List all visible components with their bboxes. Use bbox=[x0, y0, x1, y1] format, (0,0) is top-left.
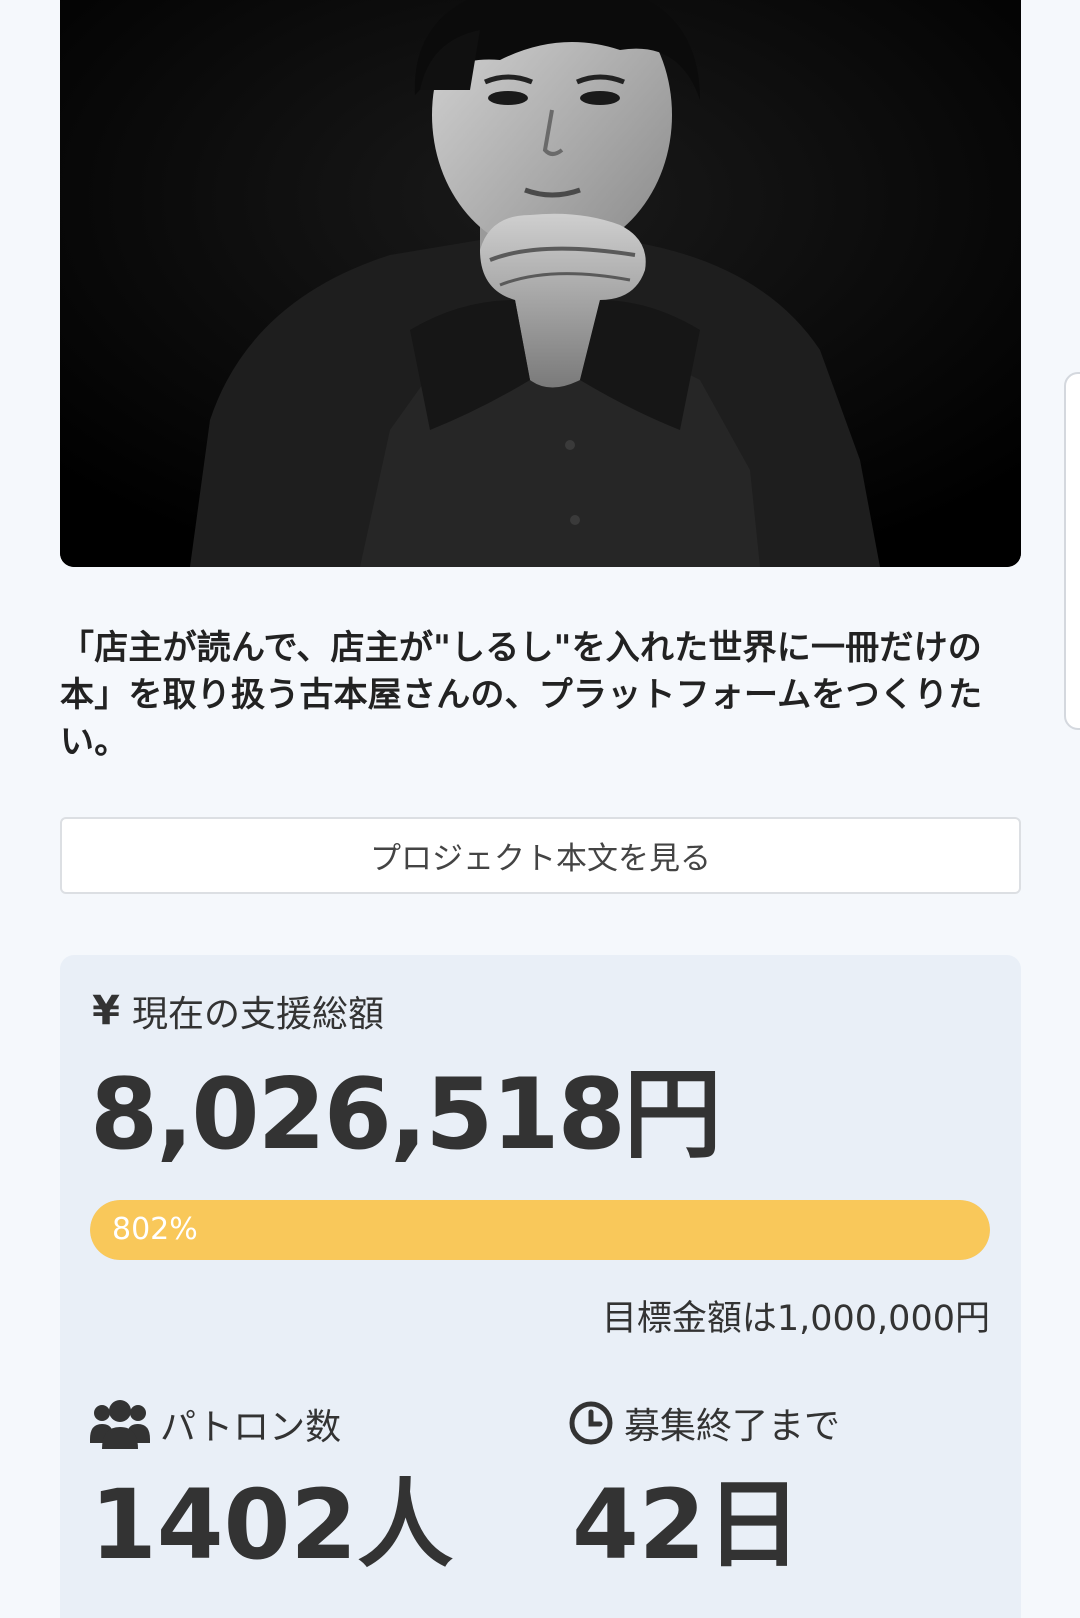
funding-amount: 8,026,518円 bbox=[90, 1058, 722, 1172]
project-hero-image bbox=[60, 0, 1021, 567]
funding-progress-bar: 802% bbox=[90, 1200, 990, 1260]
yen-icon: ¥ bbox=[92, 988, 120, 1034]
funding-progress-label: 802% bbox=[112, 1212, 198, 1247]
funding-total-label: ¥ 現在の支援総額 bbox=[90, 985, 384, 1037]
funding-goal: 目標金額は1,000,000円 bbox=[601, 1299, 990, 1339]
days-remaining-label-text: 募集終了まで bbox=[624, 1406, 841, 1447]
days-remaining-label: 募集終了まで bbox=[568, 1397, 840, 1449]
clock-icon bbox=[568, 1400, 614, 1446]
days-remaining: 42日 bbox=[572, 1469, 802, 1581]
funding-progress-fill bbox=[90, 1200, 990, 1260]
project-title: 「店主が読んで、店主が"しるし"を入れた世界に一冊だけの本」を取り扱う古本屋さん… bbox=[60, 628, 983, 762]
view-project-body-button[interactable]: プロジェクト本文を見る bbox=[60, 817, 1021, 894]
patron-count: 1402人 bbox=[90, 1469, 454, 1581]
funding-total-label-text: 現在の支援総額 bbox=[132, 994, 385, 1035]
patron-count-label-text: パトロン数 bbox=[160, 1407, 342, 1448]
side-drawer-handle[interactable] bbox=[1064, 372, 1080, 730]
users-icon bbox=[90, 1397, 150, 1451]
patron-count-label: パトロン数 bbox=[90, 1397, 341, 1451]
